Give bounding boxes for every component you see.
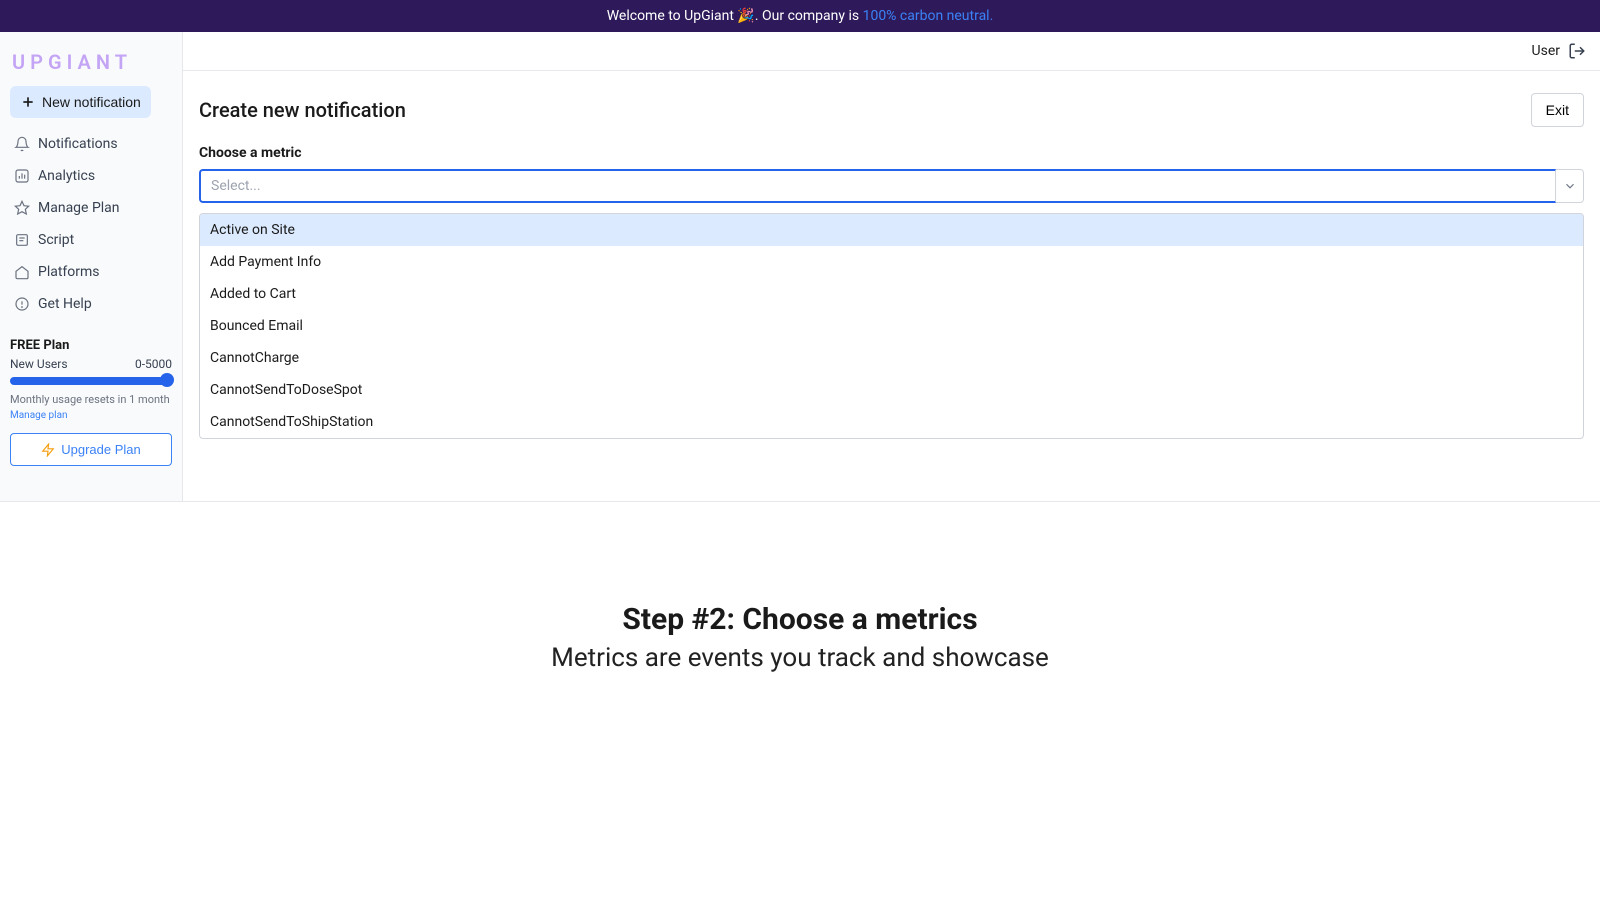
user-label: User: [1532, 43, 1560, 59]
metric-option[interactable]: CannotCharge: [200, 342, 1583, 374]
metric-option[interactable]: Add Payment Info: [200, 246, 1583, 278]
upgrade-plan-button[interactable]: Upgrade Plan: [10, 433, 172, 466]
platforms-icon: [14, 264, 30, 280]
new-notification-label: New notification: [42, 94, 141, 110]
top-banner: Welcome to UpGiant 🎉. Our company is 100…: [0, 0, 1600, 32]
sidebar-item-platforms[interactable]: Platforms: [10, 256, 172, 288]
chart-icon: [14, 168, 30, 184]
script-icon: [14, 232, 30, 248]
exit-button[interactable]: Exit: [1531, 93, 1584, 127]
metric-select-input[interactable]: Select...: [199, 169, 1556, 203]
page-title: Create new notification: [199, 98, 406, 122]
tutorial-caption: Step #2: Choose a metrics Metrics are ev…: [0, 502, 1600, 733]
usage-slider[interactable]: [10, 377, 172, 385]
manage-plan-link[interactable]: Manage plan: [10, 410, 172, 421]
metric-option[interactable]: CannotSendToShipStation: [200, 406, 1583, 438]
sidebar-item-get-help[interactable]: Get Help: [10, 288, 172, 320]
tutorial-title: Step #2: Choose a metrics: [20, 602, 1580, 637]
metric-option[interactable]: CannotSendToDoseSpot: [200, 374, 1583, 406]
metric-option[interactable]: Active on Site: [200, 214, 1583, 246]
plan-reset-note: Monthly usage resets in 1 month: [10, 393, 172, 406]
chevron-down-icon: [1563, 179, 1577, 193]
topbar: User: [183, 32, 1600, 71]
metric-field-label: Choose a metric: [199, 145, 1584, 161]
banner-link[interactable]: 100% carbon neutral.: [863, 8, 994, 24]
star-icon: [14, 200, 30, 216]
lightning-icon: [41, 443, 55, 457]
slider-thumb[interactable]: [160, 373, 174, 387]
sidebar-item-script[interactable]: Script: [10, 224, 172, 256]
plan-metric-label: New Users: [10, 357, 68, 371]
bell-icon: [14, 136, 30, 152]
metric-select-toggle[interactable]: [1556, 169, 1584, 203]
plan-metric-range: 0-5000: [135, 357, 172, 371]
plan-title: FREE Plan: [10, 338, 172, 353]
metric-dropdown[interactable]: Active on Site Add Payment Info Added to…: [199, 213, 1584, 439]
banner-text: Welcome to UpGiant 🎉. Our company is: [607, 8, 863, 24]
plan-panel: FREE Plan New Users 0-5000 Monthly usage…: [10, 338, 172, 466]
sidebar-item-notifications[interactable]: Notifications: [10, 128, 172, 160]
plus-icon: [20, 94, 36, 110]
new-notification-button[interactable]: New notification: [10, 86, 151, 118]
brand-logo: UPGIANT: [10, 42, 172, 86]
tutorial-desc: Metrics are events you track and showcas…: [20, 643, 1580, 673]
sidebar-item-analytics[interactable]: Analytics: [10, 160, 172, 192]
sidebar: UPGIANT New notification Notifications A…: [0, 32, 183, 501]
metric-option[interactable]: Added to Cart: [200, 278, 1583, 310]
metric-option[interactable]: Bounced Email: [200, 310, 1583, 342]
main-area: User Create new notification Exit Choose…: [183, 32, 1600, 501]
sidebar-item-manage-plan[interactable]: Manage Plan: [10, 192, 172, 224]
help-icon: [14, 296, 30, 312]
logout-icon[interactable]: [1568, 42, 1586, 60]
